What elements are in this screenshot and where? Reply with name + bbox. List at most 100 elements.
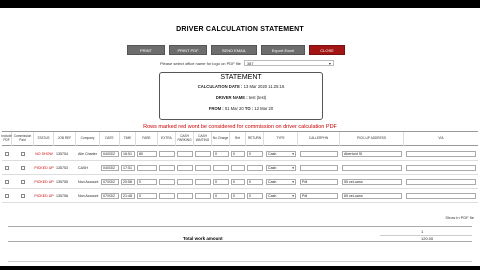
warning-text: Rows marked red wont be considered for c… — [143, 124, 337, 130]
cash-waiting-input[interactable] — [195, 151, 211, 157]
pickup-address-input[interactable]: 55 ceLuano — [342, 179, 402, 185]
col-commission-paid: Commission Paid — [12, 132, 34, 146]
lower-section — [8, 246, 472, 262]
cash-parking-input[interactable] — [177, 165, 193, 171]
col-ret: Ret — [230, 132, 246, 146]
col-no-charge: No Charge — [212, 132, 230, 146]
cash-waiting-input[interactable] — [195, 193, 211, 199]
from-label: FROM : — [208, 106, 224, 111]
return-input[interactable]: 0 — [247, 179, 263, 185]
fare-input[interactable]: 0 — [137, 179, 157, 185]
type-value: Cash — [268, 180, 277, 184]
cash-parking-input[interactable] — [177, 179, 193, 185]
return-input[interactable]: 0 — [247, 193, 263, 199]
extra-input[interactable] — [159, 151, 175, 157]
commission-paid-checkbox[interactable] — [21, 180, 25, 184]
print-button[interactable]: PRINT — [127, 45, 165, 55]
pickup-address-input[interactable]: Abertord St — [342, 151, 402, 157]
time-input[interactable]: 17:51 — [121, 165, 135, 171]
toolbar: PRINT PRINT PDF SEND EMAIL Export Excel … — [127, 45, 345, 55]
cash-waiting-input[interactable] — [195, 179, 211, 185]
col-include-pdf: Include PDF — [1, 132, 12, 146]
commission-paid-checkbox[interactable] — [21, 194, 25, 198]
company-cell: CASH — [78, 166, 88, 170]
extra-input[interactable] — [159, 193, 175, 199]
include-pdf-checkbox[interactable] — [5, 194, 9, 198]
fare-input[interactable]: 0 — [137, 193, 157, 199]
time-input[interactable]: 20:58 — [121, 179, 135, 185]
calc-date-label: CALCULATION DATE : — [197, 84, 243, 89]
callerphn-input[interactable]: Pdl — [300, 193, 338, 199]
to-label: TO : — [244, 106, 254, 111]
cash-parking-input[interactable] — [177, 151, 193, 157]
col-via: VIA — [438, 136, 444, 141]
return-input[interactable]: 0 — [247, 151, 263, 157]
date-input[interactable]: 07/03/2 — [101, 179, 119, 185]
extra-input[interactable] — [159, 179, 175, 185]
col-time: TIME — [120, 132, 136, 146]
pickup-address-input[interactable]: 69 ceLuano — [342, 193, 402, 199]
return-input[interactable] — [247, 165, 263, 171]
col-date: DATE — [100, 132, 120, 146]
include-pdf-checkbox[interactable] — [5, 180, 9, 184]
ret-input[interactable]: 0 — [231, 193, 245, 199]
no-charge-input[interactable]: 0 — [213, 193, 229, 199]
type-select[interactable]: Cash ▾ — [266, 193, 296, 199]
date-input[interactable]: 04/03/2 — [101, 151, 119, 157]
type-select[interactable]: Cash ▾ — [266, 179, 296, 185]
ret-input[interactable]: 0 — [231, 151, 245, 157]
via-input[interactable] — [406, 151, 476, 157]
callerphn-input[interactable]: Pdl — [300, 179, 338, 185]
page: DRIVER CALCULATION STATEMENT PRINT PRINT… — [0, 0, 480, 270]
totals-row: 1 Total work amount 120.00 — [8, 226, 472, 242]
callerphn-input[interactable] — [300, 165, 338, 171]
col-return: RETURN — [246, 132, 264, 146]
callerphn-input[interactable] — [300, 151, 338, 157]
ret-input[interactable]: 0 — [231, 179, 245, 185]
no-charge-input[interactable] — [213, 165, 229, 171]
pickup-address-input[interactable] — [342, 165, 402, 171]
driver-label: DRIVER NAME : — [215, 95, 248, 100]
show-in-pdf-label: Show in PDF fie — [445, 215, 474, 220]
type-select[interactable]: Cash ▾ — [266, 165, 296, 171]
driver-name-line: DRIVER NAME : test (test) — [160, 95, 322, 100]
logo-office-select[interactable]: 387 ▾ — [243, 60, 334, 66]
no-charge-input[interactable]: 0 — [213, 179, 229, 185]
logo-office-row: Please select office name for logo on PD… — [160, 60, 334, 66]
col-callerphn: CALLERPHN — [298, 132, 340, 146]
bottom-letterbox — [0, 266, 480, 270]
time-input[interactable]: 21:48 — [121, 193, 135, 199]
company-cell: Non Account — [78, 194, 99, 198]
commission-paid-checkbox[interactable] — [21, 152, 25, 156]
type-value: Cash — [268, 152, 277, 156]
export-excel-button[interactable]: Export Excel — [261, 45, 305, 55]
fare-input[interactable] — [137, 165, 157, 171]
table-row: NO SHOW 135754 Alle Charter 04/03/2 16:5… — [2, 147, 478, 161]
include-pdf-checkbox[interactable] — [5, 152, 9, 156]
fare-input[interactable]: 80 — [137, 151, 157, 157]
chevron-down-icon: ▾ — [292, 180, 294, 184]
date-input[interactable]: 07/03/2 — [101, 193, 119, 199]
type-select[interactable]: Cash ▾ — [266, 151, 296, 157]
via-input[interactable] — [406, 179, 476, 185]
page-title: DRIVER CALCULATION STATEMENT — [176, 26, 304, 33]
include-pdf-checkbox[interactable] — [5, 166, 9, 170]
time-input[interactable]: 16:51 — [121, 151, 135, 157]
print-pdf-button[interactable]: PRINT PDF — [169, 45, 207, 55]
calculation-date-line: CALCULATION DATE : 13 Mar 2020 11:25:16 — [160, 84, 322, 89]
col-fare: FARE — [136, 132, 158, 146]
via-input[interactable] — [406, 193, 476, 199]
close-button[interactable]: CLOSE — [309, 45, 345, 55]
commission-paid-checkbox[interactable] — [21, 166, 25, 170]
cash-parking-input[interactable] — [177, 193, 193, 199]
ret-input[interactable] — [231, 165, 245, 171]
cash-waiting-input[interactable] — [195, 165, 211, 171]
table-row: PICKED UP 135756 Non Account 07/03/2 21:… — [2, 189, 478, 203]
no-charge-input[interactable]: 0 — [213, 151, 229, 157]
chevron-down-icon: ▾ — [292, 166, 294, 170]
send-email-button[interactable]: SEND EMAIL — [211, 45, 257, 55]
date-input[interactable]: 04/03/2 — [101, 165, 119, 171]
via-input[interactable] — [406, 165, 476, 171]
col-company: Company — [76, 132, 100, 146]
extra-input[interactable] — [159, 165, 175, 171]
